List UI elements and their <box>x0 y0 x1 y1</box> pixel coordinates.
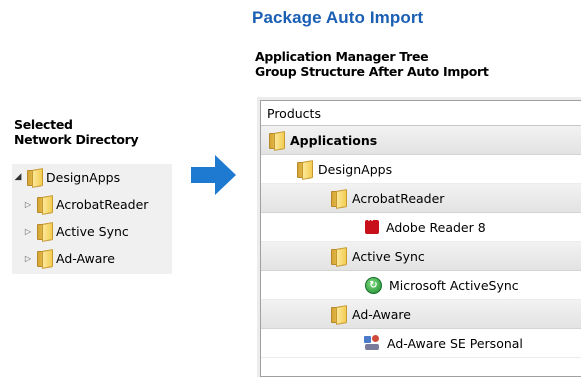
tree-node-ad-aware[interactable]: ▷ Ad-Aware <box>22 247 115 269</box>
tree-node-label: Active Sync <box>56 223 129 239</box>
tree-node-active-sync[interactable]: ▷ Active Sync <box>22 220 129 242</box>
tree-row-label: Ad-Aware <box>352 306 411 322</box>
collapsed-arrow-icon[interactable]: ▷ <box>22 198 34 210</box>
tree-row-label: Ad-Aware SE Personal <box>387 335 523 351</box>
tree-node-acrobatreader[interactable]: ▷ AcrobatReader <box>22 193 148 215</box>
tree-row-applications[interactable]: Applications <box>261 126 581 155</box>
tree-row-label: DesignApps <box>318 161 393 177</box>
tree-row-label: Adobe Reader 8 <box>386 219 486 235</box>
subtitle-line-2: Group Structure After Auto Import <box>255 64 489 79</box>
folder-icon <box>27 168 43 188</box>
adaware-icon <box>364 335 380 351</box>
folder-icon <box>331 189 347 209</box>
folder-icon <box>269 131 285 151</box>
tree-node-label: Ad-Aware <box>56 250 115 266</box>
right-arrow-icon <box>191 155 236 195</box>
folder-icon <box>297 160 313 180</box>
column-header-products[interactable]: Products <box>261 101 581 126</box>
tree-row-label: Active Sync <box>352 248 425 264</box>
subtitle-line-1: Application Manager Tree <box>255 49 429 64</box>
application-manager-tree-panel: Products Applications DesignApps Acrobat… <box>257 97 581 377</box>
activesync-icon: ↻ <box>365 276 382 294</box>
tree-row-designapps[interactable]: DesignApps <box>261 155 581 184</box>
tree-row-label: Microsoft ActiveSync <box>389 277 519 293</box>
folder-icon <box>331 247 347 267</box>
tree-view: Products Applications DesignApps Acrobat… <box>260 100 581 377</box>
tree-row-label: Applications <box>290 132 378 148</box>
collapsed-arrow-icon[interactable]: ▷ <box>22 225 34 237</box>
tree-row-label: AcrobatReader <box>352 190 445 206</box>
collapsed-arrow-icon[interactable]: ▷ <box>22 252 34 264</box>
left-heading-line-2: Network Directory <box>14 132 139 147</box>
tree-node-designapps[interactable]: ◢ DesignApps <box>12 166 120 188</box>
expanded-arrow-icon[interactable]: ◢ <box>12 171 24 183</box>
left-heading-line-1: Selected <box>14 117 73 132</box>
network-directory-tree: ◢ DesignApps ▷ AcrobatReader ▷ Active Sy… <box>12 164 172 274</box>
tree-node-label: DesignApps <box>46 169 121 185</box>
tree-node-label: AcrobatReader <box>56 196 149 212</box>
adobe-reader-icon <box>365 218 379 234</box>
tree-row-microsoft-activesync[interactable]: ↻ Microsoft ActiveSync <box>261 271 581 300</box>
folder-icon <box>331 305 347 325</box>
folder-icon <box>37 249 53 269</box>
page-title: Package Auto Import <box>252 8 424 27</box>
folder-icon <box>37 222 53 242</box>
column-header-label: Products <box>267 105 321 121</box>
tree-row-ad-aware[interactable]: Ad-Aware <box>261 300 581 329</box>
tree-row-acrobatreader[interactable]: AcrobatReader <box>261 184 581 213</box>
tree-row-active-sync[interactable]: Active Sync <box>261 242 581 271</box>
tree-row-adobe-reader-8[interactable]: Adobe Reader 8 <box>261 213 581 242</box>
tree-row-ad-aware-se-personal[interactable]: Ad-Aware SE Personal <box>261 329 581 358</box>
folder-icon <box>37 195 53 215</box>
